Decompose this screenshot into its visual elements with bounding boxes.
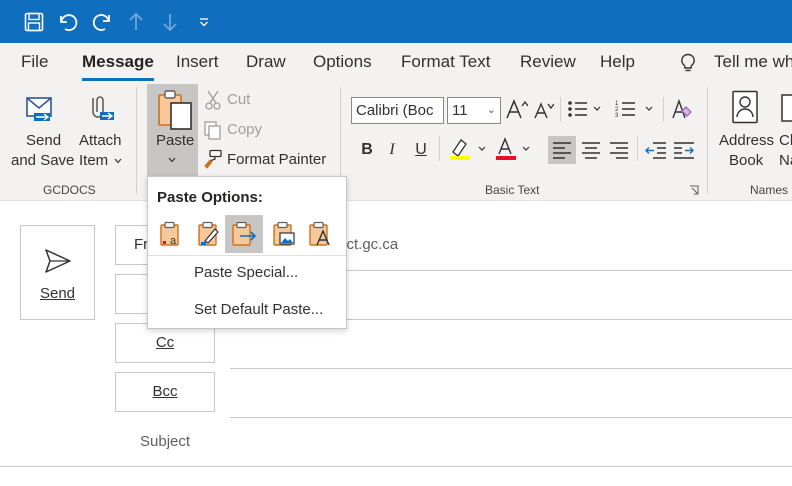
- decrease-indent-icon[interactable]: [645, 141, 667, 159]
- set-default-paste-item[interactable]: Set Default Paste...: [194, 301, 323, 318]
- arrow-up-icon[interactable]: [119, 0, 153, 43]
- tab-draw[interactable]: Draw: [246, 52, 286, 72]
- tab-help[interactable]: Help: [600, 52, 635, 72]
- tab-file[interactable]: File: [21, 52, 48, 72]
- svg-text:3: 3: [615, 113, 619, 119]
- svg-text:a: a: [170, 235, 177, 247]
- tab-message[interactable]: Message: [82, 52, 154, 81]
- ribbon-separator: [439, 136, 440, 161]
- check-names-label-2[interactable]: Na: [779, 151, 792, 171]
- font-name-combo[interactable]: Calibri (Boc: [351, 97, 444, 124]
- bcc-button[interactable]: Bcc: [115, 372, 215, 412]
- title-bar: [0, 0, 792, 43]
- attach-item-label-2[interactable]: Item: [79, 151, 108, 171]
- menu-bar: File Message Insert Draw Options Format …: [0, 43, 792, 81]
- bold-button[interactable]: B: [358, 140, 376, 160]
- group-label-basic-text: Basic Text: [485, 183, 540, 197]
- align-right-icon[interactable]: [609, 141, 629, 159]
- cc-label: Cc: [155, 334, 175, 351]
- highlight-color-icon[interactable]: [448, 137, 488, 161]
- from-address: sct.gc.ca: [339, 236, 399, 253]
- grow-font-icon[interactable]: [506, 99, 528, 119]
- redo-icon[interactable]: [85, 0, 119, 43]
- cc-field-line[interactable]: [230, 368, 792, 369]
- tab-format-text[interactable]: Format Text: [401, 52, 490, 72]
- clear-formatting-icon[interactable]: [671, 98, 695, 120]
- format-painter-label[interactable]: Format Painter: [227, 150, 326, 170]
- dialog-launcher-icon[interactable]: [689, 185, 699, 195]
- address-book-label-1[interactable]: Address: [719, 131, 774, 151]
- underline-button[interactable]: U: [412, 140, 430, 160]
- font-color-icon[interactable]: [494, 137, 534, 161]
- format-painter-icon: [204, 149, 222, 169]
- keep-text-only-icon[interactable]: [301, 215, 339, 253]
- attach-item-icon: [92, 96, 114, 120]
- undo-icon[interactable]: [51, 0, 85, 43]
- check-names-icon: [781, 94, 792, 122]
- bcc-field-line[interactable]: [230, 417, 792, 418]
- merge-formatting-icon[interactable]: [190, 215, 228, 253]
- ribbon-separator: [663, 97, 664, 122]
- send-label: Send: [39, 285, 76, 302]
- send-button[interactable]: Send: [20, 225, 95, 320]
- picture-icon[interactable]: [265, 215, 303, 253]
- address-book-icon: [732, 90, 758, 124]
- send-and-save-label-2[interactable]: and Save: [11, 151, 74, 171]
- arrow-down-icon[interactable]: [153, 0, 187, 43]
- chevron-down-icon: ⌄: [486, 104, 496, 116]
- paste-special-item[interactable]: Paste Special...: [194, 264, 298, 281]
- tab-insert[interactable]: Insert: [176, 52, 219, 72]
- send-and-save-label-1[interactable]: Send: [26, 131, 61, 151]
- send-and-save-icon: [26, 97, 52, 121]
- ribbon-separator: [637, 136, 638, 161]
- ribbon-separator: [136, 87, 137, 194]
- numbering-icon[interactable]: 1 2 3: [615, 99, 655, 119]
- shrink-font-icon[interactable]: [534, 101, 554, 119]
- paste-label: Paste: [156, 132, 195, 149]
- paste-icon: [158, 90, 192, 130]
- cut-label[interactable]: Cut: [227, 90, 250, 110]
- bcc-label: Bcc: [152, 383, 178, 400]
- keep-source-formatting-icon[interactable]: a: [152, 215, 190, 253]
- ribbon-separator: [560, 97, 561, 122]
- font-size-combo[interactable]: 11 ⌄: [447, 97, 501, 124]
- lightbulb-icon: [681, 53, 695, 72]
- align-left-icon[interactable]: [552, 141, 572, 159]
- align-center-icon[interactable]: [581, 141, 601, 159]
- save-icon[interactable]: [17, 0, 51, 43]
- copy-icon: [204, 121, 221, 140]
- paste-dropdown-icon: [168, 157, 176, 163]
- customize-icon[interactable]: [187, 0, 221, 43]
- tab-review[interactable]: Review: [520, 52, 576, 72]
- tell-me-search[interactable]: Tell me wh: [714, 52, 792, 72]
- address-book-label-2[interactable]: Book: [729, 151, 763, 171]
- keep-text-only-selected-icon[interactable]: [225, 215, 263, 253]
- check-names-label-1[interactable]: Ch: [779, 131, 792, 151]
- popup-divider: [148, 255, 346, 256]
- send-icon: [45, 249, 71, 273]
- copy-label[interactable]: Copy: [227, 120, 262, 140]
- bullets-icon[interactable]: [567, 99, 603, 119]
- attach-dropdown-icon[interactable]: [114, 158, 122, 164]
- tab-options[interactable]: Options: [313, 52, 372, 72]
- attach-item-label-1[interactable]: Attach: [79, 131, 122, 151]
- subject-field-line[interactable]: [0, 466, 792, 467]
- cut-icon: [205, 90, 221, 110]
- font-name-value: Calibri (Boc: [356, 102, 434, 119]
- paste-options-popup: Paste Options: a Paste Special... Set De…: [147, 176, 347, 329]
- subject-label: Subject: [140, 433, 191, 450]
- group-label-names: Names: [750, 183, 789, 197]
- paste-options-title: Paste Options:: [157, 189, 263, 206]
- increase-indent-icon[interactable]: [673, 141, 695, 159]
- font-size-value: 11: [452, 102, 468, 119]
- italic-button[interactable]: I: [383, 140, 401, 160]
- cc-button[interactable]: Cc: [115, 323, 215, 363]
- group-label-gcdocs: GCDOCS: [43, 183, 96, 197]
- ribbon-separator: [707, 87, 708, 194]
